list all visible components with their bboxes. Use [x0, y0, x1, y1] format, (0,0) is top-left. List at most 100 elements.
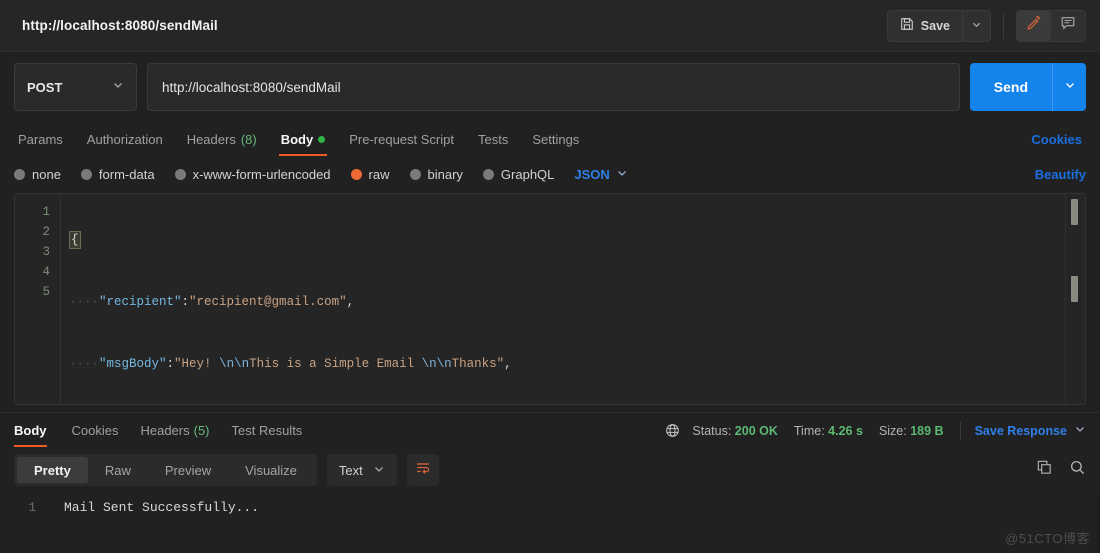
- copy-button[interactable]: [1036, 459, 1053, 481]
- beautify-button[interactable]: Beautify: [1035, 167, 1086, 182]
- chevron-down-icon: [373, 463, 385, 478]
- response-view-pretty[interactable]: Pretty: [17, 457, 88, 483]
- page-title: http://localhost:8080/sendMail: [22, 18, 218, 33]
- body-type-graphql[interactable]: GraphQL: [482, 166, 555, 182]
- send-options-button[interactable]: [1052, 63, 1086, 111]
- tab-pre-request-script[interactable]: Pre-request Script: [337, 122, 466, 156]
- url-input-value: http://localhost:8080/sendMail: [162, 79, 341, 95]
- comment-button[interactable]: [1051, 11, 1085, 41]
- code-comma: ,: [346, 295, 355, 309]
- body-type-form-data[interactable]: form-data: [80, 167, 155, 182]
- code-line-1: {: [61, 230, 1085, 250]
- response-line-1: Mail Sent Successfully...: [64, 500, 260, 515]
- code-key: "recipient": [99, 295, 182, 309]
- response-tab-body[interactable]: Body: [14, 413, 61, 449]
- radio-icon: [409, 168, 421, 180]
- response-toolbar: Pretty Raw Preview Visualize Text: [0, 448, 1100, 492]
- body-type-binary[interactable]: binary: [409, 167, 463, 182]
- body-type-graphql-label: GraphQL: [500, 166, 555, 182]
- response-tab-headers[interactable]: Headers (5): [129, 413, 220, 449]
- response-tab-headers-count: (5): [193, 423, 210, 438]
- tab-body[interactable]: Body: [269, 122, 338, 156]
- top-bar: http://localhost:8080/sendMail Save: [0, 0, 1100, 52]
- line-number: 2: [42, 225, 50, 239]
- body-format-select[interactable]: JSON: [574, 167, 627, 182]
- code-value: "recipient@gmail.com": [189, 295, 347, 309]
- tab-pre-request-script-label: Pre-request Script: [349, 131, 454, 147]
- method-select[interactable]: POST: [14, 63, 137, 111]
- radio-selected-icon: [350, 168, 362, 180]
- top-bar-actions: Save: [886, 9, 1086, 42]
- response-tab-test-results[interactable]: Test Results: [221, 413, 314, 449]
- tab-params[interactable]: Params: [14, 122, 75, 156]
- response-format-select[interactable]: Text: [326, 454, 397, 486]
- pencil-icon: [1026, 15, 1042, 36]
- body-format-label: JSON: [574, 166, 610, 182]
- save-button-group: Save: [886, 9, 991, 42]
- tab-settings[interactable]: Settings: [520, 122, 591, 156]
- tab-headers-label: Headers: [186, 131, 236, 147]
- body-type-urlencoded[interactable]: x-www-form-urlencoded: [174, 167, 331, 182]
- body-modified-dot-icon: [318, 135, 326, 143]
- toolbar-divider: [1003, 12, 1004, 39]
- body-type-none-label: none: [32, 166, 61, 182]
- size-value: 189 B: [910, 423, 944, 438]
- body-type-none[interactable]: none: [14, 167, 61, 182]
- editor-code-area[interactable]: { ···· "recipient":"recipient@gmail.com",…: [61, 194, 1085, 404]
- response-toolbar-actions: [1036, 459, 1086, 481]
- code-escape: \n\n: [219, 357, 250, 371]
- save-button[interactable]: Save: [888, 11, 962, 41]
- save-response-button[interactable]: Save Response: [975, 423, 1086, 438]
- time-badge: Time: 4.26 s: [794, 424, 863, 438]
- response-gutter: 1: [0, 492, 46, 553]
- response-view-preview[interactable]: Preview: [148, 457, 228, 483]
- tab-tests-label: Tests: [477, 131, 509, 147]
- body-type-raw-label: raw: [368, 166, 390, 182]
- radio-icon: [174, 168, 186, 180]
- postman-request-window: http://localhost:8080/sendMail Save POST…: [0, 0, 1100, 553]
- body-type-raw[interactable]: raw: [350, 166, 390, 182]
- edit-request-button[interactable]: [1017, 10, 1051, 41]
- send-button[interactable]: Send: [970, 63, 1052, 111]
- url-bar: POST http://localhost:8080/sendMail Send: [0, 52, 1100, 122]
- url-input[interactable]: http://localhost:8080/sendMail: [147, 63, 960, 111]
- status-value: 200 OK: [734, 423, 778, 438]
- search-icon: [1069, 459, 1086, 481]
- save-options-button[interactable]: [962, 10, 990, 41]
- tab-headers[interactable]: Headers (8): [175, 122, 269, 156]
- cookies-link[interactable]: Cookies: [1031, 132, 1086, 147]
- word-wrap-button[interactable]: [406, 454, 439, 486]
- response-view-visualize[interactable]: Visualize: [228, 457, 314, 483]
- search-button[interactable]: [1069, 459, 1086, 481]
- code-colon: :: [181, 295, 190, 309]
- floppy-disk-icon: [900, 17, 914, 34]
- tab-tests[interactable]: Tests: [466, 122, 520, 156]
- request-body-editor[interactable]: 1 2 3 4 5 { ····"recipient":"recipient@g…: [14, 193, 1086, 405]
- response-tab-cookies[interactable]: Cookies: [61, 413, 130, 449]
- line-number: 5: [42, 285, 50, 299]
- chevron-down-icon: [112, 78, 124, 96]
- view-toggle-group: [1016, 9, 1086, 42]
- tab-settings-label: Settings: [532, 131, 580, 147]
- chevron-down-icon: [1064, 78, 1076, 96]
- time-label: Time:: [793, 423, 825, 438]
- send-button-group: Send: [969, 63, 1086, 111]
- response-view-raw[interactable]: Raw: [88, 457, 148, 483]
- line-number: 1: [28, 501, 36, 515]
- radio-icon: [80, 168, 92, 180]
- size-badge: Size: 189 B: [879, 424, 944, 438]
- code-indent: ····: [69, 357, 100, 371]
- status-label: Status:: [692, 423, 732, 438]
- code-value-part: This is a Simple Email: [249, 357, 422, 371]
- globe-icon: [665, 423, 680, 438]
- response-code-area: Mail Sent Successfully...: [46, 492, 1100, 553]
- size-label: Size:: [878, 423, 907, 438]
- tab-body-label: Body: [280, 131, 314, 147]
- editor-scrollbar[interactable]: [1065, 194, 1085, 404]
- tab-authorization[interactable]: Authorization: [75, 122, 175, 156]
- method-label: POST: [27, 79, 63, 95]
- watermark: @51CTO博客: [1005, 531, 1090, 546]
- code-value-part: "Hey!: [174, 357, 220, 371]
- code-comma: ,: [504, 357, 512, 371]
- response-body[interactable]: 1 Mail Sent Successfully...: [0, 492, 1100, 553]
